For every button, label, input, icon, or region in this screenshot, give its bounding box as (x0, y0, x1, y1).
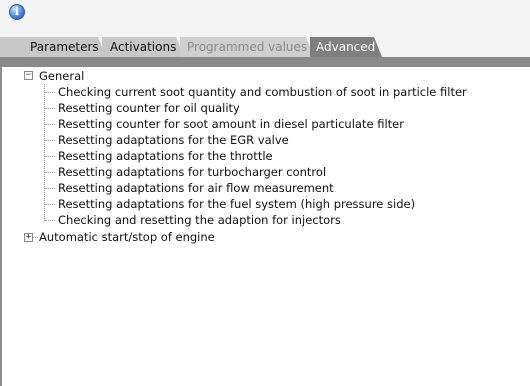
tree-branch-line (45, 188, 55, 189)
tree-item-3[interactable]: Resetting adaptations for the EGR valve (58, 132, 289, 148)
tree-branch-line (33, 237, 38, 238)
tree-item-7[interactable]: Resetting adaptations for the fuel syste… (58, 196, 415, 212)
tree-branch-line (45, 156, 55, 157)
tree-branch-line (45, 140, 55, 141)
tree-branch-line (45, 220, 55, 221)
tab-activations[interactable]: Activations (102, 37, 184, 57)
tab-parameters[interactable]: Parameters (0, 37, 106, 57)
tree-item-0[interactable]: Checking current soot quantity and combu… (58, 84, 467, 100)
tree-item-2[interactable]: Resetting counter for soot amount in die… (58, 116, 404, 132)
tree-branch-line (45, 92, 55, 93)
tab-programmed-values: Programmed values (180, 37, 314, 57)
tree-branch-line (45, 108, 55, 109)
expand-icon[interactable]: + (24, 233, 33, 242)
tree-node-general[interactable]: General (39, 68, 84, 84)
info-icon[interactable]: i (9, 4, 25, 20)
tree-branch-line (45, 204, 55, 205)
collapse-icon[interactable]: − (24, 71, 33, 80)
tab-advanced[interactable]: Advanced (310, 37, 382, 57)
tree-panel: − General Checking current soot quantity… (0, 67, 530, 386)
panel-border (0, 67, 2, 386)
tree-branch-line (45, 172, 55, 173)
tree-guide-line (44, 84, 45, 221)
tree-branch-line (45, 124, 55, 125)
tree-item-8[interactable]: Checking and resetting the adaption for … (58, 212, 341, 228)
tree-item-4[interactable]: Resetting adaptations for the throttle (58, 148, 273, 164)
tree-node-automatic-start-stop[interactable]: Automatic start/stop of engine (39, 229, 215, 245)
tree-item-1[interactable]: Resetting counter for oil quality (58, 100, 240, 116)
tree-item-5[interactable]: Resetting adaptations for turbocharger c… (58, 164, 326, 180)
tab-underline (0, 57, 530, 67)
tab-bar: Parameters Activations Programmed values… (0, 37, 530, 57)
tree-item-6[interactable]: Resetting adaptations for air flow measu… (58, 180, 334, 196)
